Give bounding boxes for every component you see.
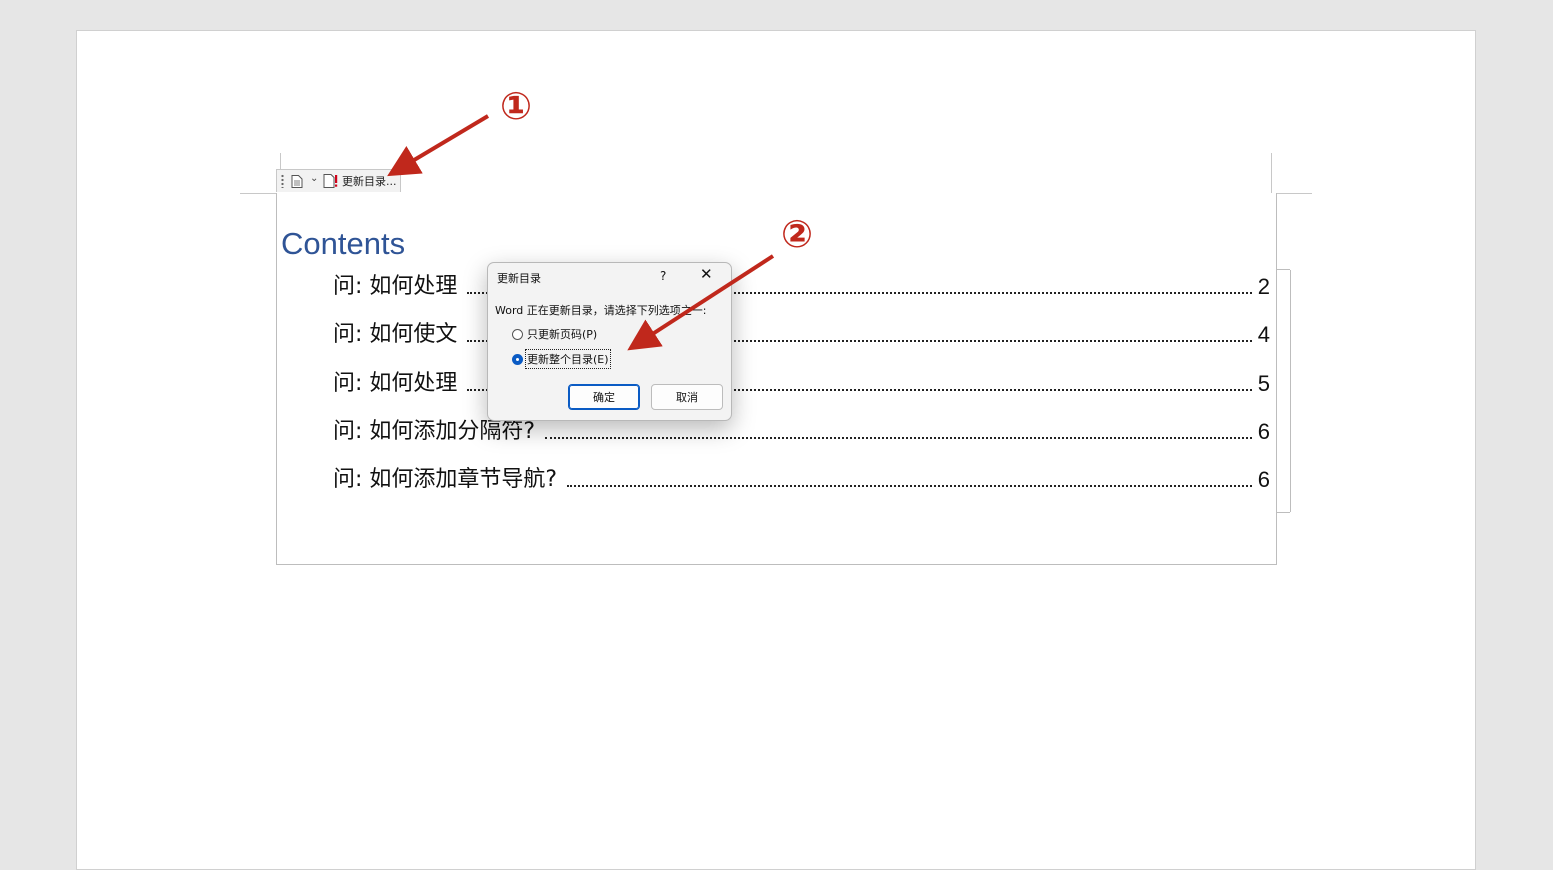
- step-1-badge: ①: [500, 84, 533, 128]
- annotation-arrows: [387, 114, 775, 351]
- arrow-2: [627, 254, 775, 351]
- arrow-1: [387, 114, 490, 177]
- step-2-badge: ②: [781, 212, 814, 256]
